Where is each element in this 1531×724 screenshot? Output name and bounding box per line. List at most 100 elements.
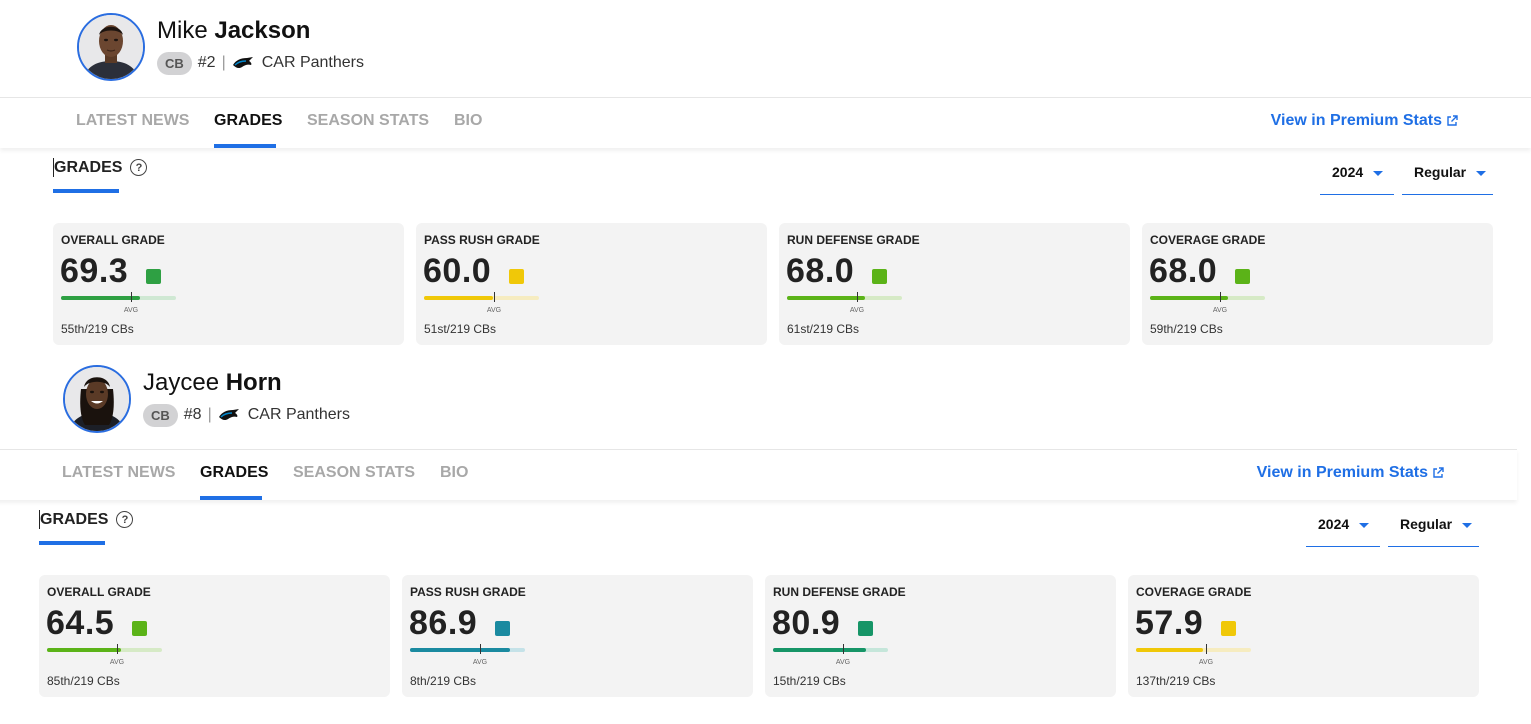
jersey-number: #2: [197, 54, 216, 71]
grade-title: PASS RUSH GRADE: [424, 233, 540, 247]
player-first-name: Jaycee: [143, 369, 220, 396]
average-marker: [131, 292, 132, 302]
average-label: AVG: [849, 307, 865, 314]
season-type-value: Regular: [1400, 516, 1453, 532]
tab-season-stats[interactable]: SEASON STATS: [293, 464, 415, 482]
grade-color-swatch: [509, 269, 524, 284]
grade-rank: 59th/219 CBs: [1150, 322, 1223, 336]
team-name: CAR Panthers: [261, 54, 364, 71]
year-dropdown[interactable]: 2024: [1320, 164, 1394, 195]
caret-down-icon: [1373, 171, 1384, 176]
meta-divider: |: [207, 406, 212, 423]
grade-value: 80.9: [772, 604, 841, 642]
grade-value: 64.5: [46, 604, 115, 642]
grade-value: 68.0: [786, 252, 855, 290]
average-marker: [480, 644, 481, 654]
grade-bar-track: [1136, 648, 1251, 652]
grade-value: 86.9: [409, 604, 478, 642]
grade-title: PASS RUSH GRADE: [410, 585, 526, 599]
external-link-icon: [1447, 115, 1458, 126]
grade-card-run-defense: RUN DEFENSE GRADE 68.0 AVG 61st/219 CBs: [779, 223, 1130, 345]
grade-bar-fill: [410, 648, 510, 652]
external-link-icon: [1433, 467, 1444, 478]
average-label: AVG: [486, 307, 502, 314]
grade-color-swatch: [1235, 269, 1250, 284]
average-label: AVG: [835, 659, 851, 666]
grade-bar-track: [787, 296, 902, 300]
caret-down-icon: [1359, 523, 1370, 528]
help-icon[interactable]: ?: [116, 511, 134, 528]
grades-heading: GRADES: [40, 510, 109, 528]
premium-stats-label: View in Premium Stats: [1256, 464, 1428, 481]
average-marker: [117, 644, 118, 654]
tab-grades[interactable]: GRADES: [200, 464, 268, 482]
grade-card-pass-rush: PASS RUSH GRADE 60.0 AVG 51st/219 CBs: [416, 223, 767, 345]
premium-stats-link[interactable]: View in Premium Stats: [1257, 464, 1444, 482]
tab-bio[interactable]: BIO: [440, 464, 468, 482]
grade-rank: 137th/219 CBs: [1136, 674, 1216, 688]
year-value: 2024: [1318, 516, 1350, 532]
grade-bar-fill: [47, 648, 121, 652]
position-badge: CB: [157, 51, 192, 75]
help-icon[interactable]: ?: [130, 159, 148, 176]
grades-section-title: GRADES ?: [53, 158, 148, 177]
tab-latest-news[interactable]: LATEST NEWS: [62, 464, 175, 482]
average-marker: [857, 292, 858, 302]
team-name: CAR Panthers: [247, 406, 350, 423]
tab-latest-news[interactable]: LATEST NEWS: [76, 112, 189, 130]
grade-card-coverage: COVERAGE GRADE 68.0 AVG 59th/219 CBs: [1142, 223, 1493, 345]
grade-color-swatch: [495, 621, 510, 636]
grade-rank: 51st/219 CBs: [424, 322, 497, 336]
grade-color-swatch: [872, 269, 887, 284]
grades-heading: GRADES: [54, 158, 123, 176]
grade-bar-track: [773, 648, 888, 652]
season-type-dropdown[interactable]: Regular: [1402, 164, 1493, 195]
grade-bar-track: [424, 296, 539, 300]
player-name: Mike Jackson: [157, 16, 310, 46]
grade-rank: 61st/219 CBs: [787, 322, 860, 336]
grade-title: OVERALL GRADE: [47, 585, 151, 599]
premium-stats-link[interactable]: View in Premium Stats: [1271, 112, 1458, 130]
grade-bar-fill: [1150, 296, 1228, 300]
season-type-dropdown[interactable]: Regular: [1388, 516, 1479, 547]
player-avatar: [77, 13, 145, 81]
grade-title: COVERAGE GRADE: [1150, 233, 1266, 247]
grade-bar-fill: [61, 296, 140, 300]
grade-card-run-defense: RUN DEFENSE GRADE 80.9 AVG 15th/219 CBs: [765, 575, 1116, 697]
grade-card-overall: OVERALL GRADE 69.3 AVG 55th/219 CBs: [53, 223, 404, 345]
tab-bio[interactable]: BIO: [454, 112, 482, 130]
year-dropdown[interactable]: 2024: [1306, 516, 1380, 547]
grade-bar-track: [410, 648, 525, 652]
grade-bar-fill: [1136, 648, 1203, 652]
average-marker: [843, 644, 844, 654]
grade-color-swatch: [146, 269, 161, 284]
grade-bar-fill: [424, 296, 493, 300]
grade-card-overall: OVERALL GRADE 64.5 AVG 85th/219 CBs: [39, 575, 390, 697]
player-profile-mike-jackson: Mike Jackson CB #2 | CAR Panthers LATEST…: [0, 0, 1531, 360]
player-profile-jaycee-horn: Jaycee Horn CB #8 | CAR Panthers LATEST …: [0, 352, 1517, 724]
grade-bar-fill: [773, 648, 866, 652]
year-value: 2024: [1332, 164, 1364, 180]
meta-divider: |: [221, 54, 226, 71]
player-last-name: Horn: [225, 369, 282, 396]
grade-card-coverage: COVERAGE GRADE 57.9 AVG 137th/219 CBs: [1128, 575, 1479, 697]
grade-title: RUN DEFENSE GRADE: [787, 233, 920, 247]
grades-heading-underline: [53, 189, 119, 193]
grade-value: 60.0: [423, 252, 492, 290]
grade-bar-fill: [787, 296, 865, 300]
average-marker: [1220, 292, 1221, 302]
average-label: AVG: [1198, 659, 1214, 666]
active-tab-indicator: [214, 144, 276, 148]
player-header: Mike Jackson CB #2 | CAR Panthers: [0, 0, 1531, 97]
grade-rank: 15th/219 CBs: [773, 674, 846, 688]
average-marker: [1206, 644, 1207, 654]
grade-value: 69.3: [60, 252, 129, 290]
panthers-logo-icon: [218, 409, 239, 421]
player-avatar: [63, 365, 131, 433]
grade-color-swatch: [858, 621, 873, 636]
average-label: AVG: [123, 307, 139, 314]
grade-value: 68.0: [1149, 252, 1218, 290]
tab-grades[interactable]: GRADES: [214, 112, 282, 130]
tab-season-stats[interactable]: SEASON STATS: [307, 112, 429, 130]
grade-color-swatch: [1221, 621, 1236, 636]
